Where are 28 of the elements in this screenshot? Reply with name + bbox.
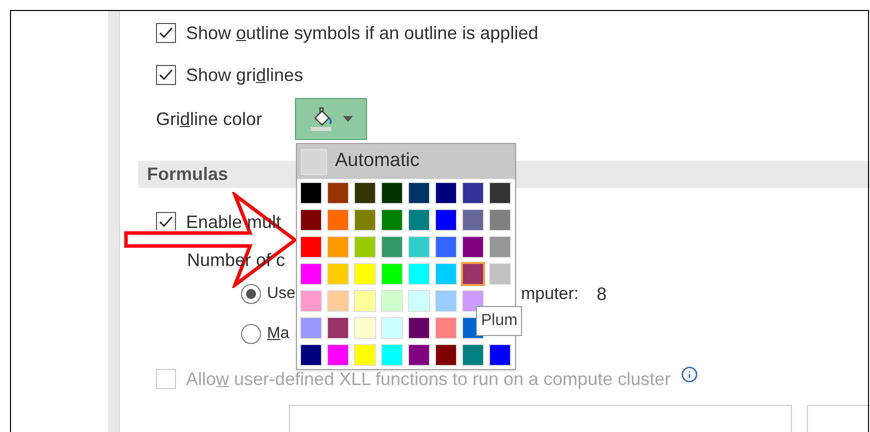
radio-button[interactable]	[241, 324, 261, 344]
check-icon	[159, 69, 173, 81]
gridline-color-button[interactable]	[295, 98, 367, 140]
radio-label: Ma	[267, 324, 290, 344]
thread-count: 8	[596, 282, 607, 306]
dropdown-arrow-icon	[343, 116, 353, 122]
option-label: Allow user-defined XLL functions to run on a compute cluster	[186, 368, 671, 391]
check-icon	[159, 27, 173, 39]
automatic-swatch	[301, 148, 327, 174]
automatic-option[interactable]: Automatic	[297, 144, 515, 179]
check-icon	[159, 216, 173, 228]
checkbox[interactable]	[156, 65, 176, 85]
computer-label: mputer:	[521, 283, 579, 306]
text-field[interactable]	[289, 405, 792, 432]
radio-button[interactable]	[241, 284, 261, 304]
option-label: Show gridlines	[186, 64, 304, 87]
radio-label: Use	[267, 284, 296, 304]
tooltip: Plum	[476, 306, 522, 336]
paint-bucket-icon	[309, 106, 335, 132]
option-label: Show outline symbols if an outline is applied	[186, 22, 538, 45]
gridline-color-label: Gridline color	[156, 108, 264, 130]
section-title: Formulas	[147, 163, 228, 186]
checkbox[interactable]	[156, 212, 176, 232]
checkbox[interactable]	[156, 23, 176, 43]
automatic-label: Automatic	[335, 149, 420, 174]
browse-button[interactable]	[807, 405, 870, 432]
color-swatch[interactable]	[461, 262, 485, 286]
info-icon[interactable]	[680, 366, 698, 382]
